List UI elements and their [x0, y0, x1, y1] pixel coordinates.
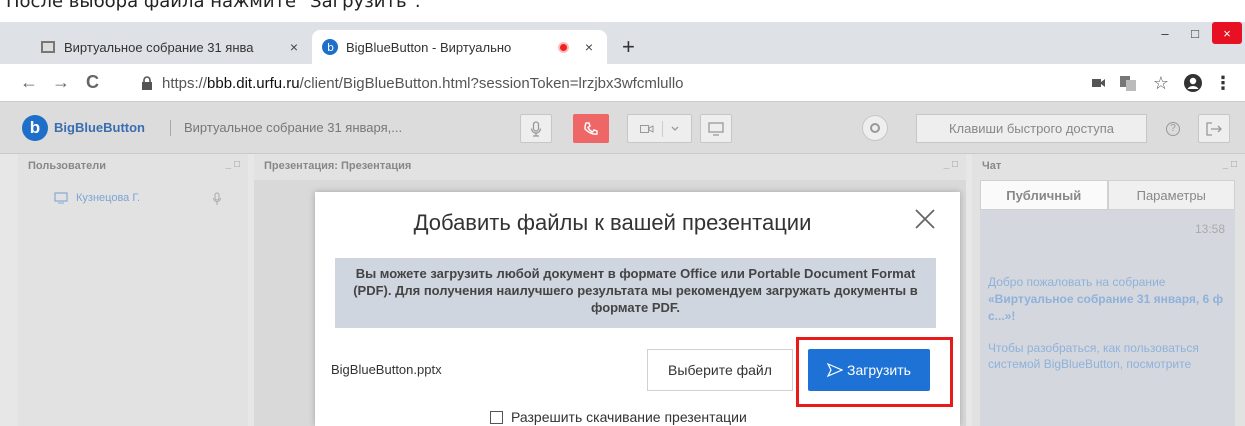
- mic-button[interactable]: [520, 114, 552, 143]
- welcome-message: Добро пожаловать на собрание «Виртуально…: [988, 274, 1228, 325]
- address-bar[interactable]: https://bbb.dit.urfu.ru/client/BigBlueBu…: [140, 70, 1080, 96]
- meeting-title: Виртуальное собрание 31 января,...: [184, 120, 403, 135]
- chat-panel: Чат _ □ Публичный Параметры 13:58 Добро …: [972, 154, 1245, 426]
- upload-info-text: Вы можете загрузить любой документ в фор…: [335, 258, 936, 328]
- tab-close-icon[interactable]: ×: [284, 39, 304, 55]
- users-panel: Пользователи _ □ Кузнецова Г.: [18, 154, 248, 426]
- video-icon: [640, 124, 654, 133]
- highlight-frame: [796, 337, 953, 407]
- bbb-favicon-icon: b: [322, 39, 338, 55]
- microphone-icon[interactable]: [212, 192, 222, 206]
- message-timestamp: 13:58: [1194, 222, 1225, 236]
- minimize-button[interactable]: –: [1150, 22, 1180, 44]
- divider: [170, 120, 171, 136]
- record-button[interactable]: [862, 115, 888, 141]
- monitor-icon: [708, 121, 724, 136]
- choose-file-button[interactable]: Выберите файл: [647, 349, 793, 391]
- browser-toolbar: ← → C https://bbb.dit.urfu.ru/client/Big…: [0, 64, 1245, 102]
- url-path: /client/BigBlueButton.html?sessionToken=…: [299, 74, 684, 92]
- divider: [662, 120, 663, 137]
- url-host: bbb.dit.urfu.ru: [207, 74, 300, 92]
- chevron-down-icon: [671, 126, 679, 131]
- record-icon: [870, 123, 880, 133]
- bbb-logo: b: [22, 115, 48, 141]
- screenshot: После выбора файла нажмите "Загрузить". …: [0, 0, 1245, 426]
- presentation-panel-title: Презентация: Презентация: [264, 160, 412, 172]
- selected-file-name: BigBlueButton.pptx: [331, 362, 442, 377]
- page-favicon-icon: [41, 41, 55, 53]
- maximize-button[interactable]: □: [1180, 22, 1210, 44]
- panel-window-controls[interactable]: _ □: [944, 159, 958, 170]
- reload-button[interactable]: C: [86, 72, 99, 93]
- chat-panel-title: Чат: [982, 160, 1002, 172]
- dialog-title: Добавить файлы к вашей презентации: [413, 210, 812, 235]
- screen-share-button[interactable]: [700, 114, 732, 143]
- translate-icon[interactable]: [1117, 72, 1139, 94]
- tab-public-chat[interactable]: Публичный: [980, 180, 1108, 210]
- help-button[interactable]: ?: [1160, 114, 1186, 143]
- recording-icon: [558, 41, 569, 53]
- tab-chat-options[interactable]: Параметры: [1107, 180, 1235, 210]
- lock-icon: [142, 76, 152, 90]
- logout-button[interactable]: [1198, 114, 1230, 143]
- close-icon[interactable]: [910, 204, 940, 234]
- svg-text:b: b: [327, 41, 334, 54]
- panel-window-controls[interactable]: _ □: [226, 159, 240, 170]
- caption-band: [0, 12, 1245, 22]
- microphone-icon: [530, 120, 542, 137]
- user-name: Кузнецова Г.: [76, 192, 141, 204]
- shortcuts-button[interactable]: Клавиши быстрого доступа: [916, 114, 1147, 143]
- help-message: Чтобы разобраться, как пользоваться сист…: [988, 341, 1199, 371]
- tab-bigbluebutton[interactable]: b BigBlueButton - Виртуально ×: [312, 30, 607, 64]
- welcome-meeting-name: «Виртуальное собрание 31 января, 6 ф с..…: [988, 292, 1224, 323]
- panel-window-controls[interactable]: _ □: [1223, 159, 1237, 170]
- bbb-topbar: b BigBlueButton Виртуальное собрание 31 …: [0, 102, 1245, 154]
- logout-icon: [1206, 121, 1222, 136]
- tab-meeting[interactable]: Виртуальное собрание 31 янва ×: [30, 30, 312, 64]
- tab-title: Виртуальное собрание 31 янва: [64, 39, 254, 55]
- bookmark-star-icon[interactable]: ☆: [1150, 72, 1172, 94]
- new-tab-button[interactable]: +: [622, 34, 635, 60]
- window-close-button[interactable]: ×: [1212, 22, 1242, 44]
- allow-download-label: Разрешить скачивание презентации: [511, 409, 747, 425]
- upload-presentation-dialog: Добавить файлы к вашей презентации Вы мо…: [315, 192, 960, 426]
- profile-icon[interactable]: [1182, 72, 1204, 94]
- menu-kebab-icon[interactable]: ⋮: [1212, 72, 1234, 94]
- allow-download-option[interactable]: Разрешить скачивание презентации: [490, 409, 747, 425]
- monitor-icon: [54, 192, 68, 204]
- webcam-button[interactable]: [627, 114, 692, 143]
- chat-messages: 13:58 Добро пожаловать на собрание «Вирт…: [980, 210, 1235, 426]
- panel-header: Пользователи _ □: [18, 154, 248, 180]
- bbb-brand-name: BigBlueButton: [54, 120, 145, 135]
- chat-tabs: Публичный Параметры: [980, 180, 1235, 210]
- user-list-item[interactable]: Кузнецова Г.: [54, 192, 140, 204]
- help-icon: ?: [1166, 121, 1180, 136]
- tab-title: BigBlueButton - Виртуально: [346, 39, 512, 55]
- panel-header: Чат _ □: [972, 154, 1245, 180]
- url-scheme: https://: [162, 74, 208, 92]
- phone-icon: [584, 121, 598, 135]
- hangup-phone-button[interactable]: [573, 114, 609, 143]
- panel-header: Презентация: Презентация _ □: [254, 154, 966, 180]
- tab-strip: Виртуальное собрание 31 янва × b BigBlue…: [0, 22, 1245, 64]
- allow-download-checkbox[interactable]: [490, 410, 503, 424]
- forward-button[interactable]: →: [52, 72, 70, 93]
- tab-close-icon[interactable]: ×: [579, 39, 599, 55]
- users-panel-title: Пользователи: [28, 160, 107, 172]
- back-button[interactable]: ←: [20, 72, 38, 93]
- instruction-caption: После выбора файла нажмите "Загрузить".: [6, 0, 421, 12]
- camera-icon[interactable]: [1088, 72, 1110, 94]
- welcome-text: Добро пожаловать на собрание: [988, 275, 1166, 289]
